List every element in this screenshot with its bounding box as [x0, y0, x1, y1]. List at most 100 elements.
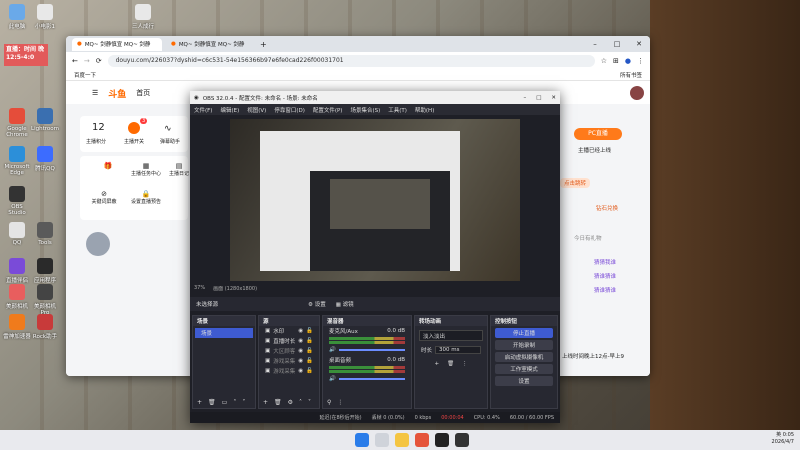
bookmark-baidu[interactable]: 百度一下 [74, 71, 96, 79]
lang-indicator[interactable]: 英 [776, 432, 781, 438]
more-icon[interactable]: ⋮ [337, 399, 343, 406]
extensions-icon[interactable]: ⊞ [613, 57, 619, 65]
up-icon[interactable]: ˄ [299, 399, 302, 406]
app-taskbar-icon[interactable] [455, 433, 469, 447]
desktop-icon[interactable]: 直播伴侣 [2, 258, 32, 284]
clock-time[interactable]: 0:05 [783, 432, 794, 438]
minimize-icon[interactable]: – [584, 40, 606, 48]
douyu-logo[interactable]: 斗鱼 [108, 87, 126, 100]
obs-menu-item[interactable]: 停靠窗口(D) [274, 106, 305, 114]
maximize-icon[interactable]: □ [606, 40, 628, 48]
avatar[interactable] [86, 232, 110, 256]
eye-icon[interactable]: ◉ [298, 328, 303, 334]
search-icon[interactable] [375, 433, 389, 447]
obs-menu-item[interactable]: 配置文件(P) [313, 106, 343, 114]
studio-mode-button[interactable]: 工作室模式 [495, 364, 553, 374]
maximize-icon[interactable]: □ [536, 95, 541, 101]
transition-select[interactable]: 淡入淡出 [419, 330, 483, 341]
desktop-icon[interactable]: Microsoft Edge [2, 146, 32, 176]
desktop-icon[interactable]: 应用程序 [30, 258, 60, 284]
desktop-icon[interactable]: Lightroom [30, 108, 60, 132]
obs-taskbar-icon[interactable] [435, 433, 449, 447]
lock-icon[interactable]: 🔓 [306, 358, 313, 364]
lock-icon[interactable]: 🔓 [306, 338, 313, 344]
nav-home[interactable]: 首页 [136, 88, 150, 98]
obs-menu-item[interactable]: 工具(T) [388, 106, 407, 114]
desktop-icon[interactable]: 腾讯QQ [30, 146, 60, 172]
speaker-icon[interactable]: 🔊 [329, 347, 336, 353]
clock-date[interactable]: 2026/4/7 [772, 439, 794, 445]
zoom-level[interactable]: 37% [194, 285, 205, 294]
properties-button[interactable]: ⚙ 设置 [308, 300, 326, 308]
volume-slider[interactable] [338, 378, 405, 380]
back-icon[interactable]: ← [72, 57, 78, 65]
grid-item[interactable]: 🎁 [88, 162, 128, 170]
star-icon[interactable]: ☆ [601, 57, 607, 65]
browser-tab[interactable]: ● MQ~ 剑静慎宣 MQ~ 剑静 [72, 37, 162, 51]
menu-icon[interactable]: ⋮ [637, 57, 644, 65]
source-item[interactable]: ▣ 直播时长 ◉ 🔓 [259, 336, 319, 346]
right-line[interactable]: 钻石兑换 [596, 204, 618, 212]
desktop-icon[interactable]: 美颜相机 Pro [30, 284, 60, 316]
add-icon[interactable]: + [263, 399, 268, 406]
jump-link[interactable]: 点击跳转 [560, 178, 591, 188]
add-icon[interactable]: + [434, 361, 439, 367]
forward-icon[interactable]: → [84, 57, 90, 65]
source-item[interactable]: ▣ 水印 ◉ 🔓 [259, 326, 319, 336]
lock-icon[interactable]: 🔓 [306, 348, 313, 354]
obs-menu-item[interactable]: 帮助(H) [415, 106, 434, 114]
trash-icon[interactable]: 🗑 [208, 399, 216, 406]
obs-menu-item[interactable]: 场景集合(S) [350, 106, 380, 114]
gear-icon[interactable]: ⚙ [288, 399, 293, 406]
eye-icon[interactable]: ◉ [298, 358, 303, 364]
desktop-icon[interactable]: Tools [30, 222, 60, 246]
add-icon[interactable]: + [197, 399, 202, 406]
user-avatar[interactable] [630, 86, 644, 100]
close-icon[interactable]: ✕ [551, 95, 556, 101]
settings-button[interactable]: 设置 [495, 376, 553, 386]
desktop-icon[interactable]: 美颜相机 [2, 284, 32, 310]
hamburger-icon[interactable]: ☰ [92, 89, 98, 97]
desktop-icon[interactable]: 小电影1 [30, 4, 60, 30]
browser-tab[interactable]: ● MQ~ 剑静慎宣 MQ~ 剑静 [166, 38, 256, 51]
chrome-icon[interactable] [415, 433, 429, 447]
profile-icon[interactable]: ● [625, 57, 631, 65]
desktop-icon[interactable]: Google Chrome [2, 108, 32, 138]
trash-icon[interactable]: 🗑 [274, 399, 282, 406]
minimize-icon[interactable]: – [523, 95, 526, 101]
pc-live-button[interactable]: PC直播 [574, 128, 622, 140]
volume-slider[interactable] [338, 349, 405, 351]
desktop-icon[interactable]: Rock助手 [30, 314, 60, 340]
right-line[interactable]: 猜猜我谁 [594, 258, 616, 266]
desktop-icon[interactable]: 雷神加速器 [2, 314, 32, 340]
trash-icon[interactable]: 🗑 [447, 361, 454, 367]
filters-button[interactable]: ▦ 滤镜 [336, 300, 354, 308]
link-icon[interactable]: ⚲ [327, 399, 331, 406]
url-bar[interactable]: douyu.com/226037?dyshid=c6c531-54e156366… [107, 54, 595, 67]
desktop-icon[interactable]: QQ [2, 222, 32, 246]
file-explorer-icon[interactable] [395, 433, 409, 447]
grid-item[interactable]: 🔒 设置直播预告 [124, 190, 168, 205]
start-recording-button[interactable]: 开始录制 [495, 340, 553, 350]
speaker-icon[interactable]: 🔊 [329, 376, 336, 382]
obs-preview[interactable] [230, 119, 520, 281]
stop-streaming-button[interactable]: 停止直播 [495, 328, 553, 338]
eye-icon[interactable]: ◉ [298, 348, 303, 354]
desktop-icon[interactable]: OBS Studio [2, 186, 32, 216]
source-item[interactable]: ▣ 大区顾客 ◉ 🔓 [259, 346, 319, 356]
desktop-icon[interactable]: 此电脑 [2, 4, 32, 30]
source-item[interactable]: ▣ 游戏采集 ◉ 🔓 [259, 366, 319, 376]
lock-icon[interactable]: 🔓 [306, 328, 313, 334]
sticky-note[interactable]: 直播：时间 晚12:5-4:0 [4, 44, 48, 66]
desktop-icon[interactable]: 三人成行 [128, 4, 158, 30]
eye-icon[interactable]: ◉ [298, 368, 303, 374]
all-bookmarks[interactable]: 所有书签 [620, 71, 642, 79]
down-icon[interactable]: ˅ [242, 399, 245, 406]
right-line[interactable]: 猜谁猜谁 [594, 286, 616, 294]
down-icon[interactable]: ˅ [308, 399, 311, 406]
up-icon[interactable]: ˄ [233, 399, 236, 406]
scene-item[interactable]: 场景 [195, 328, 253, 338]
right-line[interactable]: 猜谁猜谁 [594, 272, 616, 280]
obs-menu-item[interactable]: 文件(F) [194, 106, 212, 114]
more-icon[interactable]: ⋮ [462, 361, 468, 367]
